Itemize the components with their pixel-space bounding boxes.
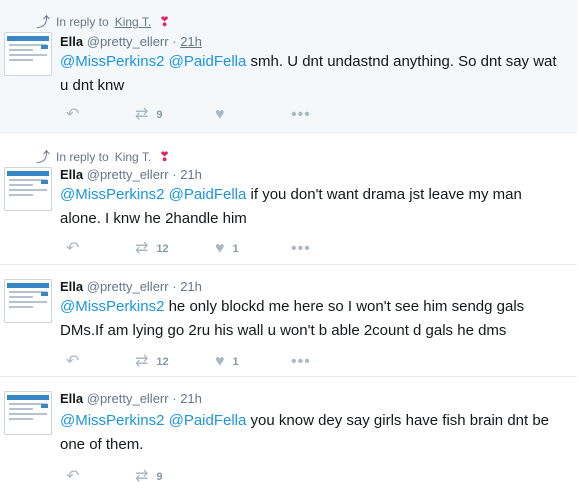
- reply-prefix: In reply to: [56, 15, 109, 29]
- user-handle[interactable]: @pretty_ellerr: [87, 279, 169, 294]
- reply-arrow-icon: ⤴: [36, 14, 50, 30]
- reply-prefix: In reply to: [56, 150, 109, 164]
- retweet-count: 12: [156, 243, 169, 255]
- more-button[interactable]: •••: [291, 354, 311, 370]
- mention-link[interactable]: @PaidFella: [169, 53, 247, 70]
- like-count: 1: [232, 356, 239, 368]
- tweet-header: Ella @pretty_ellerr · 21h: [60, 279, 202, 294]
- retweet-icon: ⇄: [135, 106, 149, 123]
- tweet[interactable]: Ella @pretty_ellerr · 21h @MissPerkins2 …: [0, 377, 577, 494]
- mention-link[interactable]: @PaidFella: [169, 186, 247, 203]
- separator-dot: ·: [172, 167, 177, 182]
- tweet-actions: ↶ ⇄ 12 ♥ 1 •••: [66, 354, 311, 370]
- red-heart-emoji-icon: ❣: [159, 149, 171, 164]
- retweet-count: 12: [156, 356, 169, 368]
- reply-arrow-icon: ⤴: [36, 149, 50, 165]
- tweet-header: Ella @pretty_ellerr · 21h: [60, 34, 202, 49]
- separator-dot: ·: [172, 391, 177, 406]
- reply-to-user-link[interactable]: King T.: [115, 15, 151, 29]
- timestamp-link[interactable]: 21h: [180, 34, 202, 49]
- mention-link[interactable]: @MissPerkins2: [60, 298, 164, 315]
- ellipsis-icon: •••: [291, 240, 311, 257]
- tweet-actions: ↶ ⇄ 9 ♥ •••: [66, 107, 311, 123]
- user-handle[interactable]: @pretty_ellerr: [87, 34, 169, 49]
- avatar[interactable]: [4, 32, 52, 76]
- separator-dot: ·: [172, 279, 177, 294]
- like-button[interactable]: ♥: [215, 107, 291, 123]
- user-handle[interactable]: @pretty_ellerr: [87, 167, 169, 182]
- avatar[interactable]: [4, 167, 52, 211]
- ellipsis-icon: •••: [291, 106, 311, 123]
- reply-button[interactable]: ↶: [66, 241, 135, 257]
- reply-icon: ↶: [66, 106, 80, 123]
- avatar[interactable]: [4, 391, 52, 435]
- mention-link[interactable]: @MissPerkins2: [60, 53, 164, 70]
- tweet-actions: ↶ ⇄ 9: [66, 469, 215, 485]
- heart-icon: ♥: [215, 353, 225, 370]
- reply-button[interactable]: ↶: [66, 107, 135, 123]
- display-name[interactable]: Ella: [60, 34, 83, 49]
- user-handle[interactable]: @pretty_ellerr: [87, 391, 169, 406]
- tweet-actions: ↶ ⇄ 12 ♥ 1 •••: [66, 241, 311, 257]
- avatar[interactable]: [4, 279, 52, 323]
- reply-to-user-link[interactable]: King T.: [115, 150, 151, 164]
- display-name[interactable]: Ella: [60, 167, 83, 182]
- reply-context: ⤴ In reply to King T. ❣: [36, 12, 170, 32]
- red-heart-emoji-icon: ❣: [159, 14, 171, 29]
- tweet-text: @MissPerkins2 @PaidFella if you don't wa…: [60, 183, 560, 231]
- tweet[interactable]: Ella @pretty_ellerr · 21h @MissPerkins2 …: [0, 265, 577, 377]
- reply-context: ⤴ In reply to King T. ❣: [36, 147, 170, 167]
- reply-icon: ↶: [66, 353, 80, 370]
- reply-icon: ↶: [66, 240, 80, 257]
- mention-link[interactable]: @MissPerkins2: [60, 186, 164, 203]
- heart-icon: ♥: [215, 106, 225, 123]
- tweet[interactable]: ⤴ In reply to King T. ❣ Ella @pretty_ell…: [0, 133, 577, 265]
- tweet-text: @MissPerkins2 @PaidFella smh. U dnt unda…: [60, 50, 560, 98]
- mention-link[interactable]: @PaidFella: [169, 412, 247, 429]
- like-count: 1: [232, 243, 239, 255]
- retweet-icon: ⇄: [135, 353, 149, 370]
- tweet-text: @MissPerkins2 @PaidFella you know dey sa…: [60, 409, 560, 457]
- mention-link[interactable]: @MissPerkins2: [60, 412, 164, 429]
- retweet-button[interactable]: ⇄ 12: [135, 354, 215, 370]
- display-name[interactable]: Ella: [60, 391, 83, 406]
- like-button[interactable]: ♥ 1: [215, 354, 291, 370]
- display-name[interactable]: Ella: [60, 279, 83, 294]
- heart-icon: ♥: [215, 240, 225, 257]
- tweet-header: Ella @pretty_ellerr · 21h: [60, 391, 202, 406]
- separator-dot: ·: [172, 34, 177, 49]
- timeline-feed: ⤴ In reply to King T. ❣ Ella @pretty_ell…: [0, 0, 579, 494]
- more-button[interactable]: •••: [291, 107, 311, 123]
- retweet-button[interactable]: ⇄ 9: [135, 107, 215, 123]
- retweet-icon: ⇄: [135, 468, 149, 485]
- tweet-text: @MissPerkins2 he only blockd me here so …: [60, 295, 560, 343]
- more-button[interactable]: •••: [291, 241, 311, 257]
- reply-button[interactable]: ↶: [66, 469, 135, 485]
- retweet-button[interactable]: ⇄ 12: [135, 241, 215, 257]
- timestamp-link[interactable]: 21h: [180, 391, 202, 406]
- like-button[interactable]: ♥ 1: [215, 241, 291, 257]
- timestamp-link[interactable]: 21h: [180, 167, 202, 182]
- tweet-header: Ella @pretty_ellerr · 21h: [60, 167, 202, 182]
- tweet[interactable]: ⤴ In reply to King T. ❣ Ella @pretty_ell…: [0, 0, 577, 133]
- ellipsis-icon: •••: [291, 353, 311, 370]
- reply-icon: ↶: [66, 468, 80, 485]
- retweet-icon: ⇄: [135, 240, 149, 257]
- reply-button[interactable]: ↶: [66, 354, 135, 370]
- retweet-count: 9: [156, 109, 163, 121]
- retweet-count: 9: [156, 471, 163, 483]
- retweet-button[interactable]: ⇄ 9: [135, 469, 215, 485]
- timestamp-link[interactable]: 21h: [180, 279, 202, 294]
